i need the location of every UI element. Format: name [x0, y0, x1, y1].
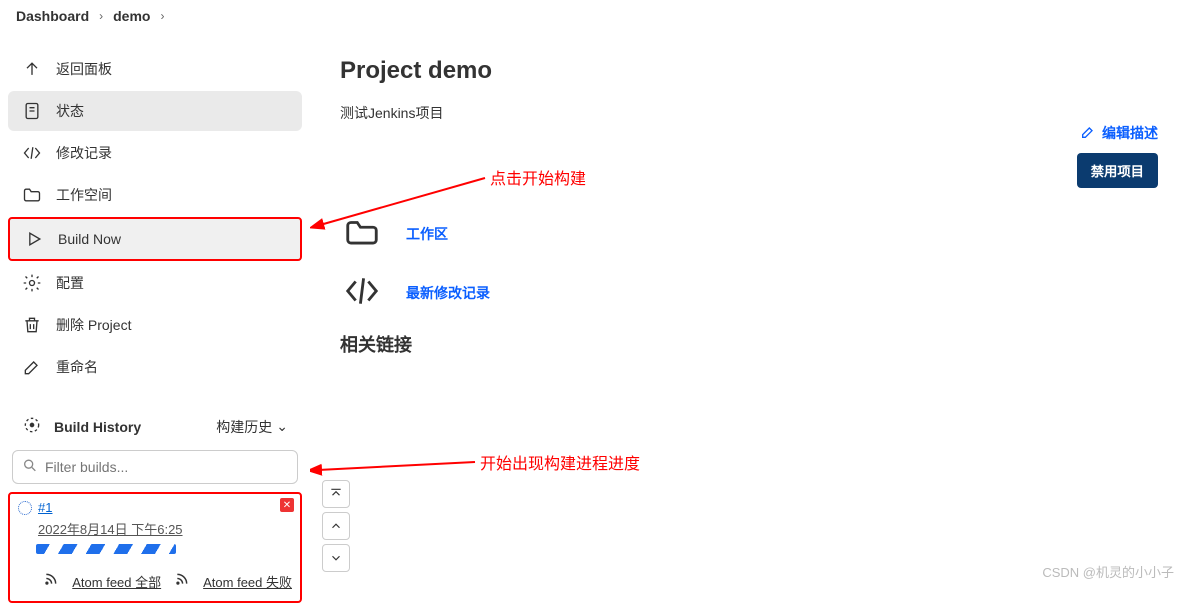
- sidebar-label: 删除 Project: [56, 315, 131, 335]
- sidebar-item-rename[interactable]: 重命名: [8, 347, 302, 387]
- scroll-up-button[interactable]: [322, 512, 350, 540]
- edit-description-link[interactable]: 编辑描述: [1080, 123, 1158, 143]
- scroll-top-button[interactable]: [322, 480, 350, 508]
- gear-icon: [22, 273, 42, 293]
- document-icon: [22, 101, 42, 121]
- scroll-down-button[interactable]: [322, 544, 350, 572]
- chevron-right-icon: ›: [160, 9, 164, 23]
- folder-icon: [22, 185, 42, 205]
- build-history-panel: ✕ #1 2022年8月14日 下午6:25 Atom feed 全部 Atom…: [8, 492, 302, 603]
- chevron-down-icon: ⌄: [276, 418, 288, 435]
- main-content: Project demo 测试Jenkins项目 工作区 最新修改记录 相关链接…: [310, 33, 1184, 611]
- sidebar-item-delete[interactable]: 删除 Project: [8, 305, 302, 345]
- pencil-icon: [22, 357, 42, 377]
- atom-feed-fail-link[interactable]: Atom feed 失败: [203, 572, 292, 591]
- page-title: Project demo: [340, 57, 1164, 85]
- sidebar-label: 工作空间: [56, 185, 112, 205]
- annotation-text-1: 点击开始构建: [490, 165, 586, 189]
- scroll-nav: [322, 480, 350, 572]
- breadcrumb-demo[interactable]: demo: [113, 8, 150, 24]
- chevron-right-icon: ›: [99, 9, 103, 23]
- changes-link-row[interactable]: 最新修改记录: [340, 272, 1164, 313]
- folder-icon: [340, 213, 384, 254]
- search-icon: [22, 458, 38, 477]
- pencil-icon: [1080, 124, 1096, 143]
- breadcrumb: Dashboard › demo ›: [0, 0, 1184, 33]
- sidebar-label: 重命名: [56, 357, 98, 377]
- sidebar-item-back[interactable]: 返回面板: [8, 49, 302, 89]
- build-number-link[interactable]: #1: [38, 500, 52, 515]
- build-progress-bar[interactable]: [36, 544, 176, 554]
- history-icon: [22, 415, 42, 438]
- sidebar-item-status[interactable]: 状态: [8, 91, 302, 131]
- sidebar-label: 返回面板: [56, 59, 112, 79]
- arrow-up-icon: [22, 59, 42, 79]
- sidebar-label: 修改记录: [56, 143, 112, 163]
- play-icon: [24, 229, 44, 249]
- sidebar-item-build-now[interactable]: Build Now: [8, 217, 302, 261]
- code-icon: [22, 143, 42, 163]
- atom-feed-all-link[interactable]: Atom feed 全部: [72, 572, 161, 591]
- rss-icon: [175, 572, 189, 591]
- code-icon: [340, 272, 384, 313]
- annotation-text-2: 开始出现构建进程进度: [480, 450, 640, 474]
- workspace-link[interactable]: 工作区: [406, 224, 448, 244]
- build-status-icon: [18, 501, 32, 515]
- changes-link[interactable]: 最新修改记录: [406, 283, 490, 303]
- sidebar-item-workspace[interactable]: 工作空间: [8, 175, 302, 215]
- build-history-header: Build History 构建历史 ⌄: [8, 403, 302, 450]
- trash-icon: [22, 315, 42, 335]
- workspace-link-row[interactable]: 工作区: [340, 213, 1164, 254]
- build-history-trend-toggle[interactable]: 构建历史 ⌄: [216, 417, 288, 437]
- filter-builds-input[interactable]: [12, 450, 298, 484]
- sidebar: 返回面板 状态 修改记录 工作空间 Build Now 配置 删除 Projec…: [0, 33, 310, 611]
- sidebar-label: 配置: [56, 273, 84, 293]
- project-description: 测试Jenkins项目: [340, 103, 1164, 123]
- sidebar-item-changes[interactable]: 修改记录: [8, 133, 302, 173]
- related-links-heading: 相关链接: [340, 331, 1164, 357]
- breadcrumb-dashboard[interactable]: Dashboard: [16, 8, 89, 24]
- watermark: CSDN @机灵的小小子: [1042, 562, 1174, 581]
- sidebar-label: 状态: [56, 101, 84, 121]
- disable-project-button[interactable]: 禁用项目: [1077, 153, 1158, 188]
- cancel-build-button[interactable]: ✕: [280, 498, 294, 512]
- rss-icon: [44, 572, 58, 591]
- sidebar-item-configure[interactable]: 配置: [8, 263, 302, 303]
- sidebar-label: Build Now: [58, 231, 121, 247]
- build-history-title: Build History: [54, 419, 141, 435]
- build-date-link[interactable]: 2022年8月14日 下午6:25: [38, 519, 292, 538]
